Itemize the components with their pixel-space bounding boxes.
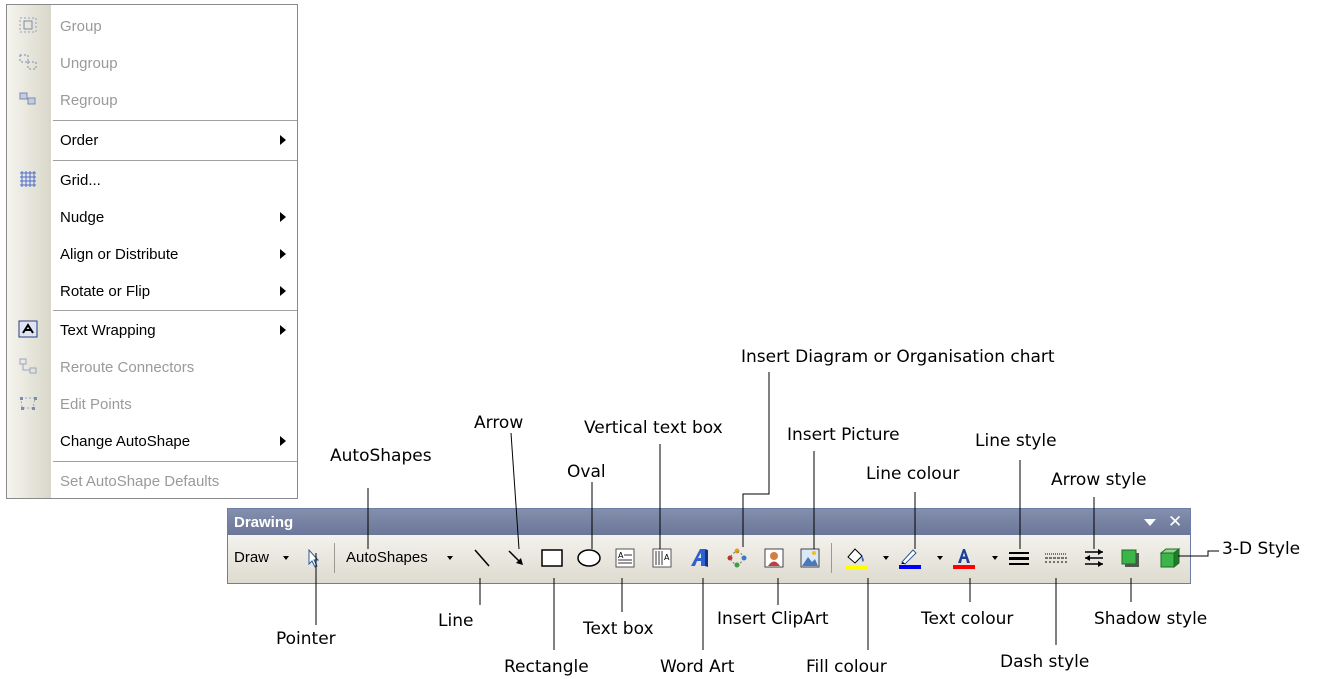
callout-line-colour: Line colour: [866, 464, 960, 484]
callout-line-style: Line style: [975, 431, 1057, 451]
callout-autoshapes: AutoShapes: [330, 446, 432, 466]
callout-insert-picture: Insert Picture: [787, 425, 900, 445]
callout-lines: [315, 372, 1219, 650]
callout-text-box: Text box: [583, 619, 654, 639]
callout-vertical-text-box: Vertical text box: [584, 418, 723, 438]
callout-arrow: Arrow: [474, 413, 524, 433]
callout-word-art: Word Art: [660, 657, 735, 677]
callout-shadow-style: Shadow style: [1094, 609, 1208, 629]
callout-oval: Oval: [567, 462, 606, 482]
callout-rectangle: Rectangle: [504, 657, 589, 677]
callout-arrow-style: Arrow style: [1051, 470, 1147, 490]
callout-insert-diagram: Insert Diagram or Organisation chart: [741, 347, 1055, 367]
callout-line: Line: [438, 611, 474, 631]
callout-fill-colour: Fill colour: [806, 657, 887, 677]
callout-insert-clipart: Insert ClipArt: [717, 609, 829, 629]
callout-text-colour: Text colour: [921, 609, 1014, 629]
callout-3d-style: 3-D Style: [1222, 539, 1301, 559]
callout-pointer: Pointer: [276, 629, 336, 649]
callout-dash-style: Dash style: [1000, 652, 1090, 672]
